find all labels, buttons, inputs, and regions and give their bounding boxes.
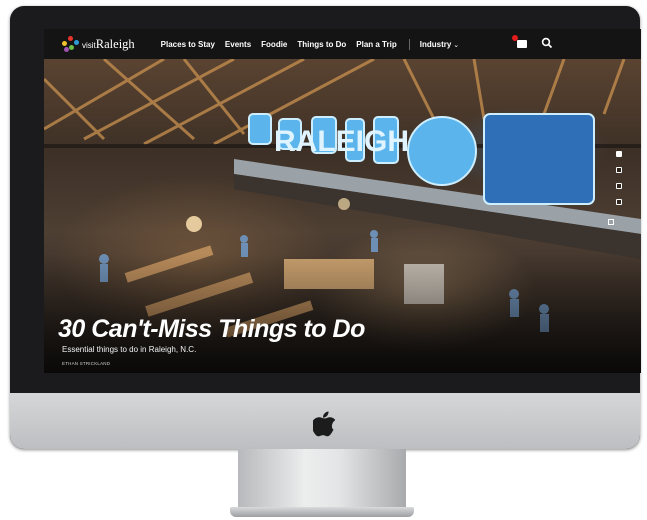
- hero-banner[interactable]: RALEIGH 30 Can't-Miss Things to Do Essen: [44, 59, 641, 373]
- hero-subtitle: Essential things to do in Raleigh, N.C.: [62, 345, 197, 354]
- nav-industry[interactable]: Industry ⌄: [420, 40, 459, 49]
- trip-planner-icon[interactable]: [512, 35, 527, 48]
- nav-industry-label: Industry: [419, 39, 452, 49]
- nav-plan-a-trip[interactable]: Plan a Trip: [356, 40, 396, 49]
- slide-dot-5[interactable]: [608, 219, 614, 225]
- brand-prefix: visit: [82, 40, 96, 50]
- nav-things-to-do[interactable]: Things to Do: [297, 40, 346, 49]
- slide-dot-2[interactable]: [616, 167, 622, 173]
- chevron-down-icon: ⌄: [453, 41, 460, 49]
- nav-utilities: [512, 35, 553, 49]
- logo-star-icon: [62, 36, 80, 52]
- site-logo[interactable]: visitRaleigh: [62, 36, 135, 52]
- site-nav-bar: visitRaleigh Places to Stay Events Foodi…: [44, 29, 641, 59]
- main-nav: Places to Stay Events Foodie Things to D…: [161, 38, 470, 50]
- hero-title[interactable]: 30 Can't-Miss Things to Do: [58, 315, 365, 344]
- monitor-stand: [238, 449, 406, 511]
- monitor-stand-base: [230, 507, 414, 517]
- nav-foodie[interactable]: Foodie: [261, 40, 287, 49]
- neon-sign-text: RALEIGH: [274, 125, 409, 158]
- slide-dot-1[interactable]: [616, 151, 622, 157]
- nav-divider: [408, 38, 410, 50]
- screen: visitRaleigh Places to Stay Events Foodi…: [44, 29, 641, 373]
- nav-places-to-stay[interactable]: Places to Stay: [161, 40, 215, 49]
- apple-logo-icon: [313, 411, 335, 437]
- slide-dot-3[interactable]: [616, 183, 622, 189]
- slide-dot-4[interactable]: [616, 199, 622, 205]
- nav-events[interactable]: Events: [225, 40, 251, 49]
- hero-gradient: [44, 253, 641, 373]
- slide-indicators: [616, 151, 624, 215]
- search-icon[interactable]: [541, 37, 553, 49]
- notification-badge: [512, 35, 518, 41]
- brand-name: visitRaleigh: [82, 37, 135, 52]
- brand-city: Raleigh: [95, 36, 135, 51]
- photo-credit: ETHAN STRICKLAND: [62, 361, 111, 366]
